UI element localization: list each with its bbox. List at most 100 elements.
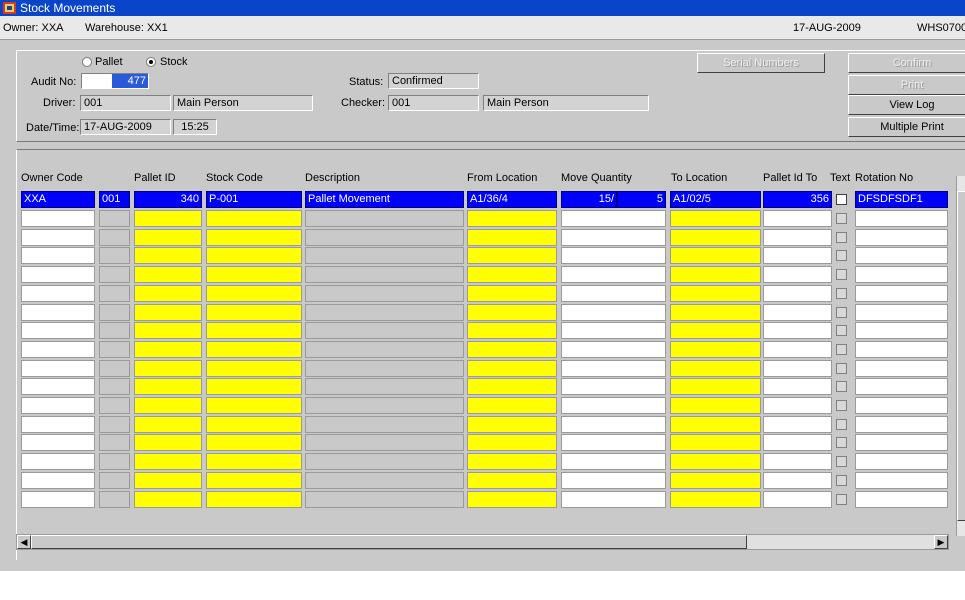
- cell-stock-code[interactable]: [206, 453, 302, 471]
- text-checkbox[interactable]: [836, 381, 847, 393]
- cell-from-location[interactable]: [467, 471, 557, 489]
- print-button[interactable]: Print: [848, 75, 965, 95]
- cell-description[interactable]: [305, 359, 464, 377]
- cell-pallet-id[interactable]: [134, 434, 202, 452]
- cell-owner-code[interactable]: [21, 247, 95, 265]
- cell-stock-code[interactable]: [206, 471, 302, 489]
- text-checkbox[interactable]: [836, 474, 847, 486]
- cell-stock-code[interactable]: [206, 266, 302, 284]
- cell-owner-sub[interactable]: [99, 434, 130, 452]
- cell-stock-code[interactable]: [206, 415, 302, 433]
- cell-owner-sub[interactable]: [99, 490, 130, 508]
- text-checkbox[interactable]: [836, 437, 847, 449]
- cell-owner-sub[interactable]: [99, 303, 130, 321]
- cell-move-quantity[interactable]: [561, 266, 666, 284]
- cell-description[interactable]: [305, 453, 464, 471]
- cell-rotation-no[interactable]: [855, 415, 948, 433]
- cell-description[interactable]: [305, 210, 464, 227]
- text-checkbox[interactable]: [836, 418, 847, 430]
- cell-owner-code[interactable]: [21, 471, 95, 489]
- cell-stock-code[interactable]: [206, 247, 302, 265]
- cell-from-location[interactable]: [467, 453, 557, 471]
- cell-pallet-id[interactable]: [134, 228, 202, 246]
- cell-pallet-id-to[interactable]: [763, 247, 832, 265]
- cell-move-quantity[interactable]: [561, 434, 666, 452]
- cell-pallet-id[interactable]: [134, 490, 202, 508]
- driver-name-field[interactable]: Main Person: [173, 95, 313, 111]
- cell-move-qty-a[interactable]: 15/: [561, 191, 617, 208]
- cell-owner-code[interactable]: [21, 284, 95, 302]
- cell-pallet-id[interactable]: [134, 453, 202, 471]
- date-field[interactable]: 17-AUG-2009: [80, 119, 171, 135]
- cell-owner-sub[interactable]: [99, 397, 130, 414]
- cell-stock-code[interactable]: [206, 340, 302, 358]
- cell-pallet-id-to[interactable]: [763, 284, 832, 302]
- cell-stock-code[interactable]: [206, 434, 302, 452]
- text-checkbox[interactable]: [836, 456, 847, 468]
- cell-stock-code[interactable]: [206, 303, 302, 321]
- text-checkbox[interactable]: [836, 250, 847, 262]
- cell-owner-sub[interactable]: [99, 266, 130, 284]
- cell-rotation-no[interactable]: [855, 228, 948, 246]
- text-checkbox[interactable]: [836, 287, 847, 299]
- serial-numbers-button[interactable]: Serial Numbers: [697, 53, 825, 73]
- cell-rotation-no[interactable]: [855, 397, 948, 414]
- cell-description[interactable]: [305, 490, 464, 508]
- cell-pallet-id[interactable]: [134, 284, 202, 302]
- cell-from-location[interactable]: [467, 415, 557, 433]
- cell-pallet-id[interactable]: [134, 210, 202, 227]
- cell-owner-sub[interactable]: [99, 378, 130, 396]
- cell-from-location[interactable]: [467, 210, 557, 227]
- cell-move-quantity[interactable]: [561, 303, 666, 321]
- cell-from-location[interactable]: [467, 284, 557, 302]
- cell-from-location[interactable]: [467, 340, 557, 358]
- cell-to-location[interactable]: [670, 284, 761, 302]
- cell-rotation-no[interactable]: [855, 247, 948, 265]
- horizontal-scroll-thumb[interactable]: [31, 535, 747, 549]
- cell-stock-code[interactable]: [206, 490, 302, 508]
- cell-rotation-no[interactable]: [855, 210, 948, 227]
- cell-pallet-id[interactable]: [134, 359, 202, 377]
- cell-rotation-no[interactable]: [855, 322, 948, 340]
- cell-pallet-id-to[interactable]: 356: [763, 191, 832, 208]
- cell-owner-sub[interactable]: [99, 415, 130, 433]
- cell-description[interactable]: [305, 284, 464, 302]
- cell-from-location[interactable]: [467, 303, 557, 321]
- cell-from-location[interactable]: [467, 397, 557, 414]
- multiple-print-button[interactable]: Multiple Print: [848, 117, 965, 137]
- text-checkbox[interactable]: [836, 306, 847, 318]
- text-checkbox[interactable]: [836, 213, 847, 224]
- cell-description[interactable]: [305, 340, 464, 358]
- cell-rotation-no[interactable]: [855, 490, 948, 508]
- vertical-scroll-thumb[interactable]: [957, 191, 965, 521]
- cell-to-location[interactable]: [670, 415, 761, 433]
- cell-to-location[interactable]: [670, 453, 761, 471]
- vertical-scrollbar[interactable]: [956, 176, 965, 536]
- cell-owner-sub[interactable]: 001: [99, 191, 130, 208]
- cell-stock-code[interactable]: [206, 322, 302, 340]
- cell-to-location[interactable]: A1/02/5: [670, 191, 761, 208]
- cell-from-location[interactable]: [467, 434, 557, 452]
- cell-to-location[interactable]: [670, 266, 761, 284]
- cell-owner-code[interactable]: [21, 322, 95, 340]
- text-checkbox[interactable]: [836, 194, 847, 205]
- text-checkbox[interactable]: [836, 343, 847, 355]
- cell-owner-sub[interactable]: [99, 340, 130, 358]
- scroll-left-icon[interactable]: ◀: [17, 535, 31, 549]
- cell-pallet-id-to[interactable]: [763, 359, 832, 377]
- cell-to-location[interactable]: [670, 471, 761, 489]
- text-checkbox[interactable]: [836, 269, 847, 281]
- cell-description[interactable]: [305, 228, 464, 246]
- cell-description[interactable]: [305, 378, 464, 396]
- cell-pallet-id[interactable]: [134, 471, 202, 489]
- cell-owner-code[interactable]: [21, 415, 95, 433]
- cell-rotation-no[interactable]: [855, 266, 948, 284]
- cell-rotation-no[interactable]: [855, 284, 948, 302]
- cell-description[interactable]: [305, 322, 464, 340]
- text-checkbox[interactable]: [836, 362, 847, 374]
- cell-owner-sub[interactable]: [99, 210, 130, 227]
- cell-from-location[interactable]: [467, 490, 557, 508]
- cell-description[interactable]: [305, 434, 464, 452]
- cell-pallet-id-to[interactable]: [763, 490, 832, 508]
- cell-to-location[interactable]: [670, 247, 761, 265]
